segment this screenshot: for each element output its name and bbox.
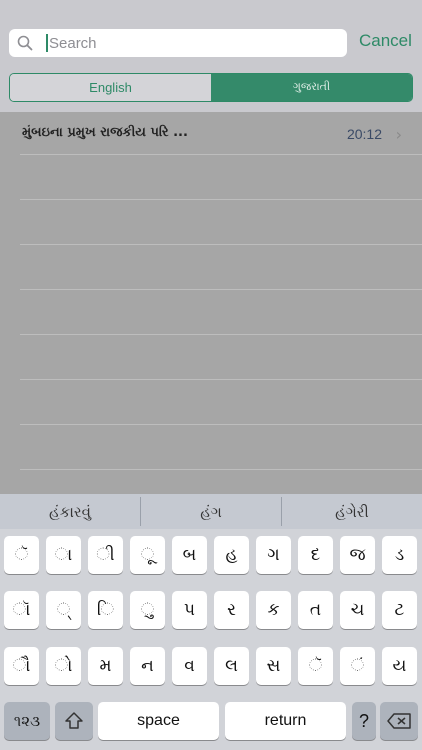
key[interactable]: જ [340,536,375,574]
numbers-key[interactable]: ૧૨૩ [4,702,50,740]
segment-gujarati[interactable]: ગુજરાતી [211,74,412,101]
key[interactable]: પ [172,591,207,629]
row-separator [20,154,422,155]
chevron-right-icon: › [395,125,402,144]
key[interactable]: ટ [382,591,417,629]
segment-english[interactable]: English [10,74,211,101]
suggestion-bar: હંકારવું હંગ હંગેરી [0,494,422,529]
key[interactable]: ર [214,591,249,629]
key[interactable]: ય [382,647,417,685]
key[interactable]: ૂ [130,536,165,574]
suggestion-item[interactable]: હંગેરી [282,494,422,529]
key[interactable]: ્ [46,591,81,629]
key[interactable]: ી [88,536,123,574]
key[interactable]: ૉ [4,591,39,629]
list-item[interactable]: મુંબઇના પ્રમુખ રાજકીય પરિ ... 20:12 › [0,112,422,157]
search-field[interactable] [9,29,347,57]
key[interactable]: ત [298,591,333,629]
row-separator [20,244,422,245]
row-separator [20,199,422,200]
suggestion-item[interactable]: હંકારવું [0,494,140,529]
language-segmented-control: English ગુજરાતી [9,73,413,102]
search-input[interactable] [49,29,339,57]
key[interactable]: ક [256,591,291,629]
key[interactable]: સ [256,647,291,685]
backspace-icon [387,713,411,729]
key[interactable]: ગ [256,536,291,574]
row-separator [20,289,422,290]
key[interactable]: ૅ [4,536,39,574]
return-key[interactable]: return [225,702,346,740]
key[interactable]: ડ [382,536,417,574]
result-title: મુંબઇના પ્રમુખ રાજકીય પરિ ... [22,125,188,140]
cancel-button[interactable]: Cancel [359,31,412,51]
key[interactable]: ૌ [4,647,39,685]
row-separator [20,424,422,425]
globe-key[interactable] [55,702,93,740]
key[interactable]: ન [130,647,165,685]
key[interactable]: લ [214,647,249,685]
key[interactable]: ુ [130,591,165,629]
key[interactable]: ચ [340,591,375,629]
key[interactable]: ૅ [298,647,333,685]
suggestion-item[interactable]: હંગ [141,494,281,529]
row-separator [20,379,422,380]
backspace-key[interactable] [380,702,418,740]
gujarati-keyboard: હંકારવું હંગ હંગેરી ૅ ા ી ૂ બ હ ગ દ જ ડ … [0,494,422,750]
search-header: Cancel English ગુજરાતી [0,0,422,112]
row-separator [20,334,422,335]
key[interactable]: દ [298,536,333,574]
key[interactable]: િ [88,591,123,629]
key[interactable]: હ [214,536,249,574]
row-separator [20,469,422,470]
question-key[interactable]: ? [352,702,376,740]
key[interactable]: ં [340,647,375,685]
search-icon [17,35,33,51]
key[interactable]: બ [172,536,207,574]
globe-icon [65,712,83,729]
key[interactable]: વ [172,647,207,685]
space-key[interactable]: space [98,702,219,740]
text-cursor [46,34,48,52]
key[interactable]: ો [46,647,81,685]
key[interactable]: ા [46,536,81,574]
result-time: 20:12 [346,126,382,142]
results-list: મુંબઇના પ્રમુખ રાજકીય પરિ ... 20:12 › [0,112,422,494]
key[interactable]: મ [88,647,123,685]
